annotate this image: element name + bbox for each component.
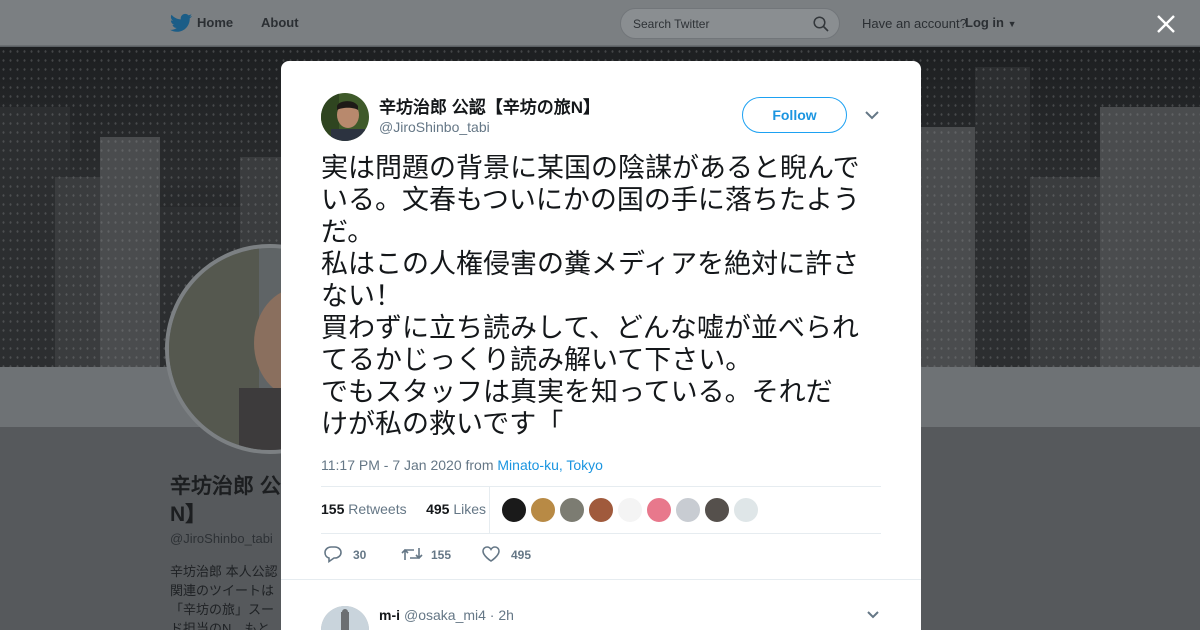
chevron-down-icon[interactable]	[866, 610, 880, 620]
author-avatar[interactable]	[321, 93, 369, 141]
author-name[interactable]: 辛坊治郎 公認【辛坊の旅N】	[379, 93, 600, 118]
liker-avatar[interactable]	[588, 497, 614, 523]
liker-avatar[interactable]	[733, 497, 759, 523]
top-navigation-bar: Home About Have an account? Log in ▼	[0, 0, 1200, 46]
likes-label: Likes	[453, 501, 486, 517]
tweet-location-link[interactable]: Minato-ku, Tokyo	[497, 457, 603, 473]
bio-line: 「辛坊の旅」スー	[170, 602, 275, 617]
tweet-text-line: 買わずに立ち読みして、どんな嘘が並べられ	[321, 313, 859, 344]
retweet-icon	[401, 548, 423, 560]
bio-line: 辛坊治郎 本人公認	[170, 564, 278, 579]
reply-count: 30	[353, 548, 367, 562]
retweets-count: 155	[321, 501, 345, 517]
tweet-metadata: 11:17 PM - 7 Jan 2020 from Minato-ku, To…	[321, 457, 603, 473]
close-icon[interactable]	[1155, 13, 1177, 35]
tweet-text-line: てるかじっくり読み解いて下さい。	[321, 345, 753, 376]
heart-icon	[482, 546, 500, 562]
profile-name-line2: N】	[170, 503, 207, 526]
login-label: Log in	[965, 15, 1004, 30]
retweet-count: 155	[431, 548, 452, 562]
search-box[interactable]	[620, 8, 840, 39]
like-count: 495	[511, 548, 532, 562]
have-account-text: Have an account?	[862, 16, 967, 31]
tweet-text-line: でもスタッフは真実を知っている。それだ	[321, 377, 833, 408]
follow-button[interactable]: Follow	[742, 97, 847, 133]
tweet-stats: 155 Retweets 495 Likes	[321, 501, 486, 517]
profile-name-line1: 辛坊治郎 公	[170, 475, 281, 498]
retweets-stat[interactable]: 155 Retweets	[321, 501, 407, 517]
liker-avatar[interactable]	[704, 497, 730, 523]
profile-handle: @JiroShinbo_tabi	[170, 531, 273, 546]
likes-stat[interactable]: 495 Likes	[426, 501, 486, 517]
nav-about-link[interactable]: About	[261, 15, 299, 30]
stats-divider	[489, 487, 490, 533]
search-icon[interactable]	[813, 16, 829, 32]
tweet-text-line: 私はこの人権侵害の糞メディアを絶対に許さ	[321, 249, 860, 280]
bio-line: ド担当のN、もと	[170, 621, 271, 630]
tweet-modal: 辛坊治郎 公認【辛坊の旅N】 @JiroShinbo_tabi Follow 実…	[281, 61, 921, 630]
profile-name: 辛坊治郎 公 N】	[170, 473, 281, 529]
author-handle[interactable]: @JiroShinbo_tabi	[379, 119, 490, 135]
reply-icon	[324, 546, 342, 563]
liker-avatar[interactable]	[675, 497, 701, 523]
tweet-timestamp[interactable]: 11:17 PM - 7 Jan 2020 from	[321, 457, 494, 473]
nav-home-link[interactable]: Home	[197, 15, 233, 30]
likes-count: 495	[426, 501, 450, 517]
divider	[321, 533, 881, 534]
tweet-text: 実は問題の背景に某国の陰謀があると睨んで いる。文春もついにかの国の手に落ちたよ…	[321, 153, 883, 441]
login-link[interactable]: Log in ▼	[965, 15, 1017, 30]
retweets-label: Retweets	[348, 501, 407, 517]
liker-avatar[interactable]	[559, 497, 585, 523]
divider	[321, 486, 881, 487]
bio-line: 関連のツイートは	[170, 583, 275, 598]
chevron-down-icon[interactable]	[864, 109, 880, 121]
tweet-text-line: けが私の救いです「	[321, 409, 564, 440]
profile-bio: 辛坊治郎 本人公認 関連のツイートは 「辛坊の旅」スー ド担当のN、もと	[170, 562, 285, 630]
reply-author-handle[interactable]: @osaka_mi4 · 2h	[404, 607, 514, 623]
twitter-bird-icon[interactable]	[170, 13, 192, 33]
liker-avatar[interactable]	[646, 497, 672, 523]
chevron-down-icon: ▼	[1007, 19, 1017, 29]
liker-avatar[interactable]	[501, 497, 527, 523]
tweet-text-line: いる。文春もついにかの国の手に落ちたよう	[321, 185, 860, 216]
liker-avatar[interactable]	[530, 497, 556, 523]
divider	[281, 579, 921, 580]
liker-avatar[interactable]	[617, 497, 643, 523]
tweet-text-line: だ。	[321, 217, 375, 248]
reply-author-name[interactable]: m-i	[379, 607, 400, 623]
tweet-text-line: ない！	[321, 281, 402, 312]
reply-author-avatar[interactable]	[321, 606, 369, 630]
tweet-text-line: 実は問題の背景に某国の陰謀があると睨んで	[321, 153, 860, 184]
search-input[interactable]	[633, 17, 813, 31]
